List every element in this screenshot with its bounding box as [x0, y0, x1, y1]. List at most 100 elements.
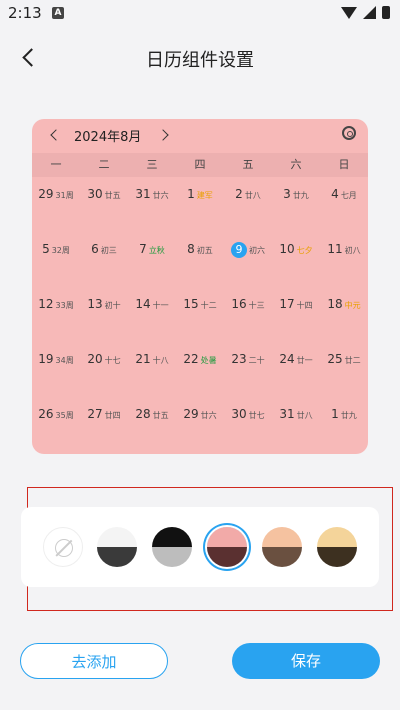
calendar-day[interactable]: 10 七夕: [272, 232, 320, 287]
style-swatch-peach-brown[interactable]: [262, 527, 302, 567]
calendar-day[interactable]: 18 中元: [320, 287, 368, 342]
calendar-day[interactable]: 15 十二: [176, 287, 224, 342]
calendar-day[interactable]: 26 35周: [32, 397, 80, 452]
day-number: 31: [279, 407, 295, 421]
day-number: 1: [331, 407, 339, 421]
calendar-day[interactable]: 31 廿六: [128, 177, 176, 232]
no-style-icon[interactable]: [43, 527, 83, 567]
calendar-day[interactable]: 1 廿九: [320, 397, 368, 452]
day-sublabel: 廿五: [152, 411, 169, 420]
calendar-day[interactable]: 2 廿八: [224, 177, 272, 232]
day-number: 15: [183, 297, 199, 311]
calendar-header: 2024年8月: [32, 119, 368, 151]
weekday-label: 四: [194, 158, 206, 171]
notification-icon: A: [52, 7, 64, 19]
day-sublabel: 七月: [340, 191, 357, 200]
swatch-bottom: [207, 547, 247, 567]
calendar-day[interactable]: 19 34周: [32, 342, 80, 397]
calendar-day[interactable]: 8 初五: [176, 232, 224, 287]
day-sublabel: 初三: [100, 246, 117, 255]
day-sublabel: 建军: [196, 191, 213, 200]
calendar-day[interactable]: 7 立秋: [128, 232, 176, 287]
day-sublabel: 初五: [196, 246, 213, 255]
day-sublabel: 立秋: [148, 246, 165, 255]
swatch-top: [317, 527, 357, 547]
calendar-day[interactable]: 21 十八: [128, 342, 176, 397]
day-sublabel: 廿九: [340, 411, 357, 420]
day-sublabel: 廿六: [152, 191, 169, 200]
weekday-label: 日: [338, 158, 350, 171]
calendar-day[interactable]: 13 初十: [80, 287, 128, 342]
calendar-day[interactable]: 29 廿六: [176, 397, 224, 452]
day-number: 28: [135, 407, 151, 421]
day-number: 2: [235, 187, 243, 201]
weekday-label: 一: [50, 158, 62, 171]
calendar-week-row: 12 33周 13 初十 14 十一 15 十二 16 十三 17 十四 18 中元: [32, 287, 368, 342]
calendar-day[interactable]: 27 廿四: [80, 397, 128, 452]
add-widget-button[interactable]: 去添加: [20, 643, 168, 679]
day-sublabel: 廿五: [104, 191, 121, 200]
prev-month-button[interactable]: [46, 125, 64, 145]
day-number: 10: [279, 242, 295, 256]
swatch-bottom: [317, 547, 357, 567]
swatch-top: [152, 527, 192, 547]
calendar-day[interactable]: 20 十七: [80, 342, 128, 397]
style-swatch-white-gray[interactable]: [97, 527, 137, 567]
calendar-day[interactable]: 24 廿一: [272, 342, 320, 397]
style-swatch-pink-brown[interactable]: [207, 527, 247, 567]
day-number: 25: [327, 352, 343, 366]
calendar-day[interactable]: 12 33周: [32, 287, 80, 342]
day-number: 14: [135, 297, 151, 311]
cellular-icon: [363, 6, 376, 19]
day-number: 13: [87, 297, 103, 311]
battery-icon: [382, 6, 390, 19]
style-swatch-yellow-dark[interactable]: [317, 527, 357, 567]
settings-icon[interactable]: [342, 126, 356, 140]
calendar-day[interactable]: 1 建军: [176, 177, 224, 232]
status-bar: 2:13 A: [0, 0, 400, 28]
calendar-day[interactable]: 22 处暑: [176, 342, 224, 397]
style-picker: [21, 507, 379, 587]
day-number: 7: [139, 242, 147, 256]
day-sublabel: 34周: [55, 356, 74, 365]
style-swatch-black-gray[interactable]: [152, 527, 192, 567]
day-number: 29: [38, 187, 54, 201]
day-number: 4: [331, 187, 339, 201]
calendar-day[interactable]: 31 廿八: [272, 397, 320, 452]
calendar-day-today[interactable]: 9 初六: [224, 232, 272, 287]
next-month-button[interactable]: [156, 125, 174, 145]
calendar-day[interactable]: 28 廿五: [128, 397, 176, 452]
weekday-label: 五: [242, 158, 254, 171]
calendar-widget-preview: 2024年8月 一二三四五六日 29 31周 30 廿五 31 廿六 1 建军 2 廿八 3 廿九 4 七…: [32, 119, 368, 454]
calendar-day[interactable]: 17 十四: [272, 287, 320, 342]
day-sublabel: 处暑: [200, 356, 217, 365]
save-button[interactable]: 保存: [232, 643, 380, 679]
calendar-day[interactable]: 25 廿二: [320, 342, 368, 397]
status-icons: [341, 6, 390, 19]
day-sublabel: 廿四: [104, 411, 121, 420]
calendar-day[interactable]: 23 二十: [224, 342, 272, 397]
day-sublabel: 二十: [248, 356, 265, 365]
calendar-day[interactable]: 3 廿九: [272, 177, 320, 232]
day-number: 23: [231, 352, 247, 366]
calendar-day[interactable]: 14 十一: [128, 287, 176, 342]
calendar-day[interactable]: 30 廿七: [224, 397, 272, 452]
day-sublabel: 31周: [55, 191, 74, 200]
day-number: 16: [231, 297, 247, 311]
weekday-label: 六: [290, 158, 302, 171]
calendar-day[interactable]: 11 初八: [320, 232, 368, 287]
calendar-day[interactable]: 29 31周: [32, 177, 80, 232]
calendar-day[interactable]: 4 七月: [320, 177, 368, 232]
calendar-day[interactable]: 6 初三: [80, 232, 128, 287]
day-number: 30: [231, 407, 247, 421]
day-number: 5: [42, 242, 50, 256]
calendar-day[interactable]: 16 十三: [224, 287, 272, 342]
day-number: 9: [231, 242, 247, 258]
day-number: 31: [135, 187, 151, 201]
day-sublabel: 35周: [55, 411, 74, 420]
swatch-bottom: [97, 547, 137, 567]
swatch-top: [97, 527, 137, 547]
calendar-day[interactable]: 5 32周: [32, 232, 80, 287]
day-sublabel: 廿二: [344, 356, 361, 365]
calendar-day[interactable]: 30 廿五: [80, 177, 128, 232]
